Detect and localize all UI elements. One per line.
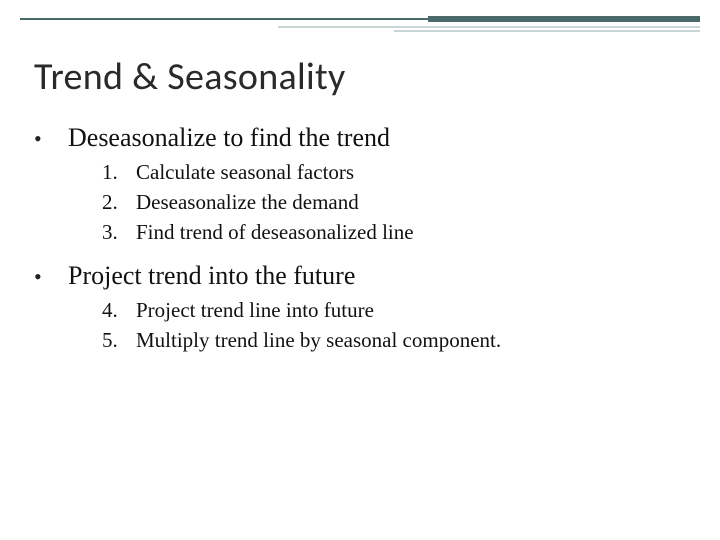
list-text: Deseasonalize the demand bbox=[136, 188, 359, 216]
list-number: 3. bbox=[102, 218, 136, 246]
list-text: Find trend of deseasonalized line bbox=[136, 218, 414, 246]
numbered-list: 4. Project trend line into future 5. Mul… bbox=[102, 296, 686, 354]
decorative-top-border bbox=[20, 14, 700, 32]
list-item: 2. Deseasonalize the demand bbox=[102, 188, 686, 216]
list-text: Calculate seasonal factors bbox=[136, 158, 354, 186]
bullet-text: Project trend into the future bbox=[68, 260, 355, 292]
rule-line bbox=[278, 26, 700, 28]
bullet-text: Deseasonalize to find the trend bbox=[68, 122, 390, 154]
bullet-marker-icon: • bbox=[34, 263, 68, 291]
rule-line bbox=[394, 30, 700, 32]
list-text: Project trend line into future bbox=[136, 296, 374, 324]
slide-title: Trend & Seasonality bbox=[34, 54, 346, 100]
rule-line bbox=[428, 20, 700, 22]
slide-body: • Deseasonalize to find the trend 1. Cal… bbox=[34, 116, 686, 368]
list-text: Multiply trend line by seasonal componen… bbox=[136, 326, 501, 354]
list-item: 4. Project trend line into future bbox=[102, 296, 686, 324]
bullet-marker-icon: • bbox=[34, 125, 68, 153]
list-number: 5. bbox=[102, 326, 136, 354]
numbered-list: 1. Calculate seasonal factors 2. Deseaso… bbox=[102, 158, 686, 246]
list-item: 5. Multiply trend line by seasonal compo… bbox=[102, 326, 686, 354]
rule-line bbox=[428, 16, 700, 18]
list-item: 3. Find trend of deseasonalized line bbox=[102, 218, 686, 246]
list-number: 4. bbox=[102, 296, 136, 324]
list-number: 1. bbox=[102, 158, 136, 186]
bullet: • Project trend into the future bbox=[34, 260, 686, 292]
slide: Trend & Seasonality • Deseasonalize to f… bbox=[0, 0, 720, 540]
list-number: 2. bbox=[102, 188, 136, 216]
list-item: 1. Calculate seasonal factors bbox=[102, 158, 686, 186]
bullet: • Deseasonalize to find the trend bbox=[34, 122, 686, 154]
